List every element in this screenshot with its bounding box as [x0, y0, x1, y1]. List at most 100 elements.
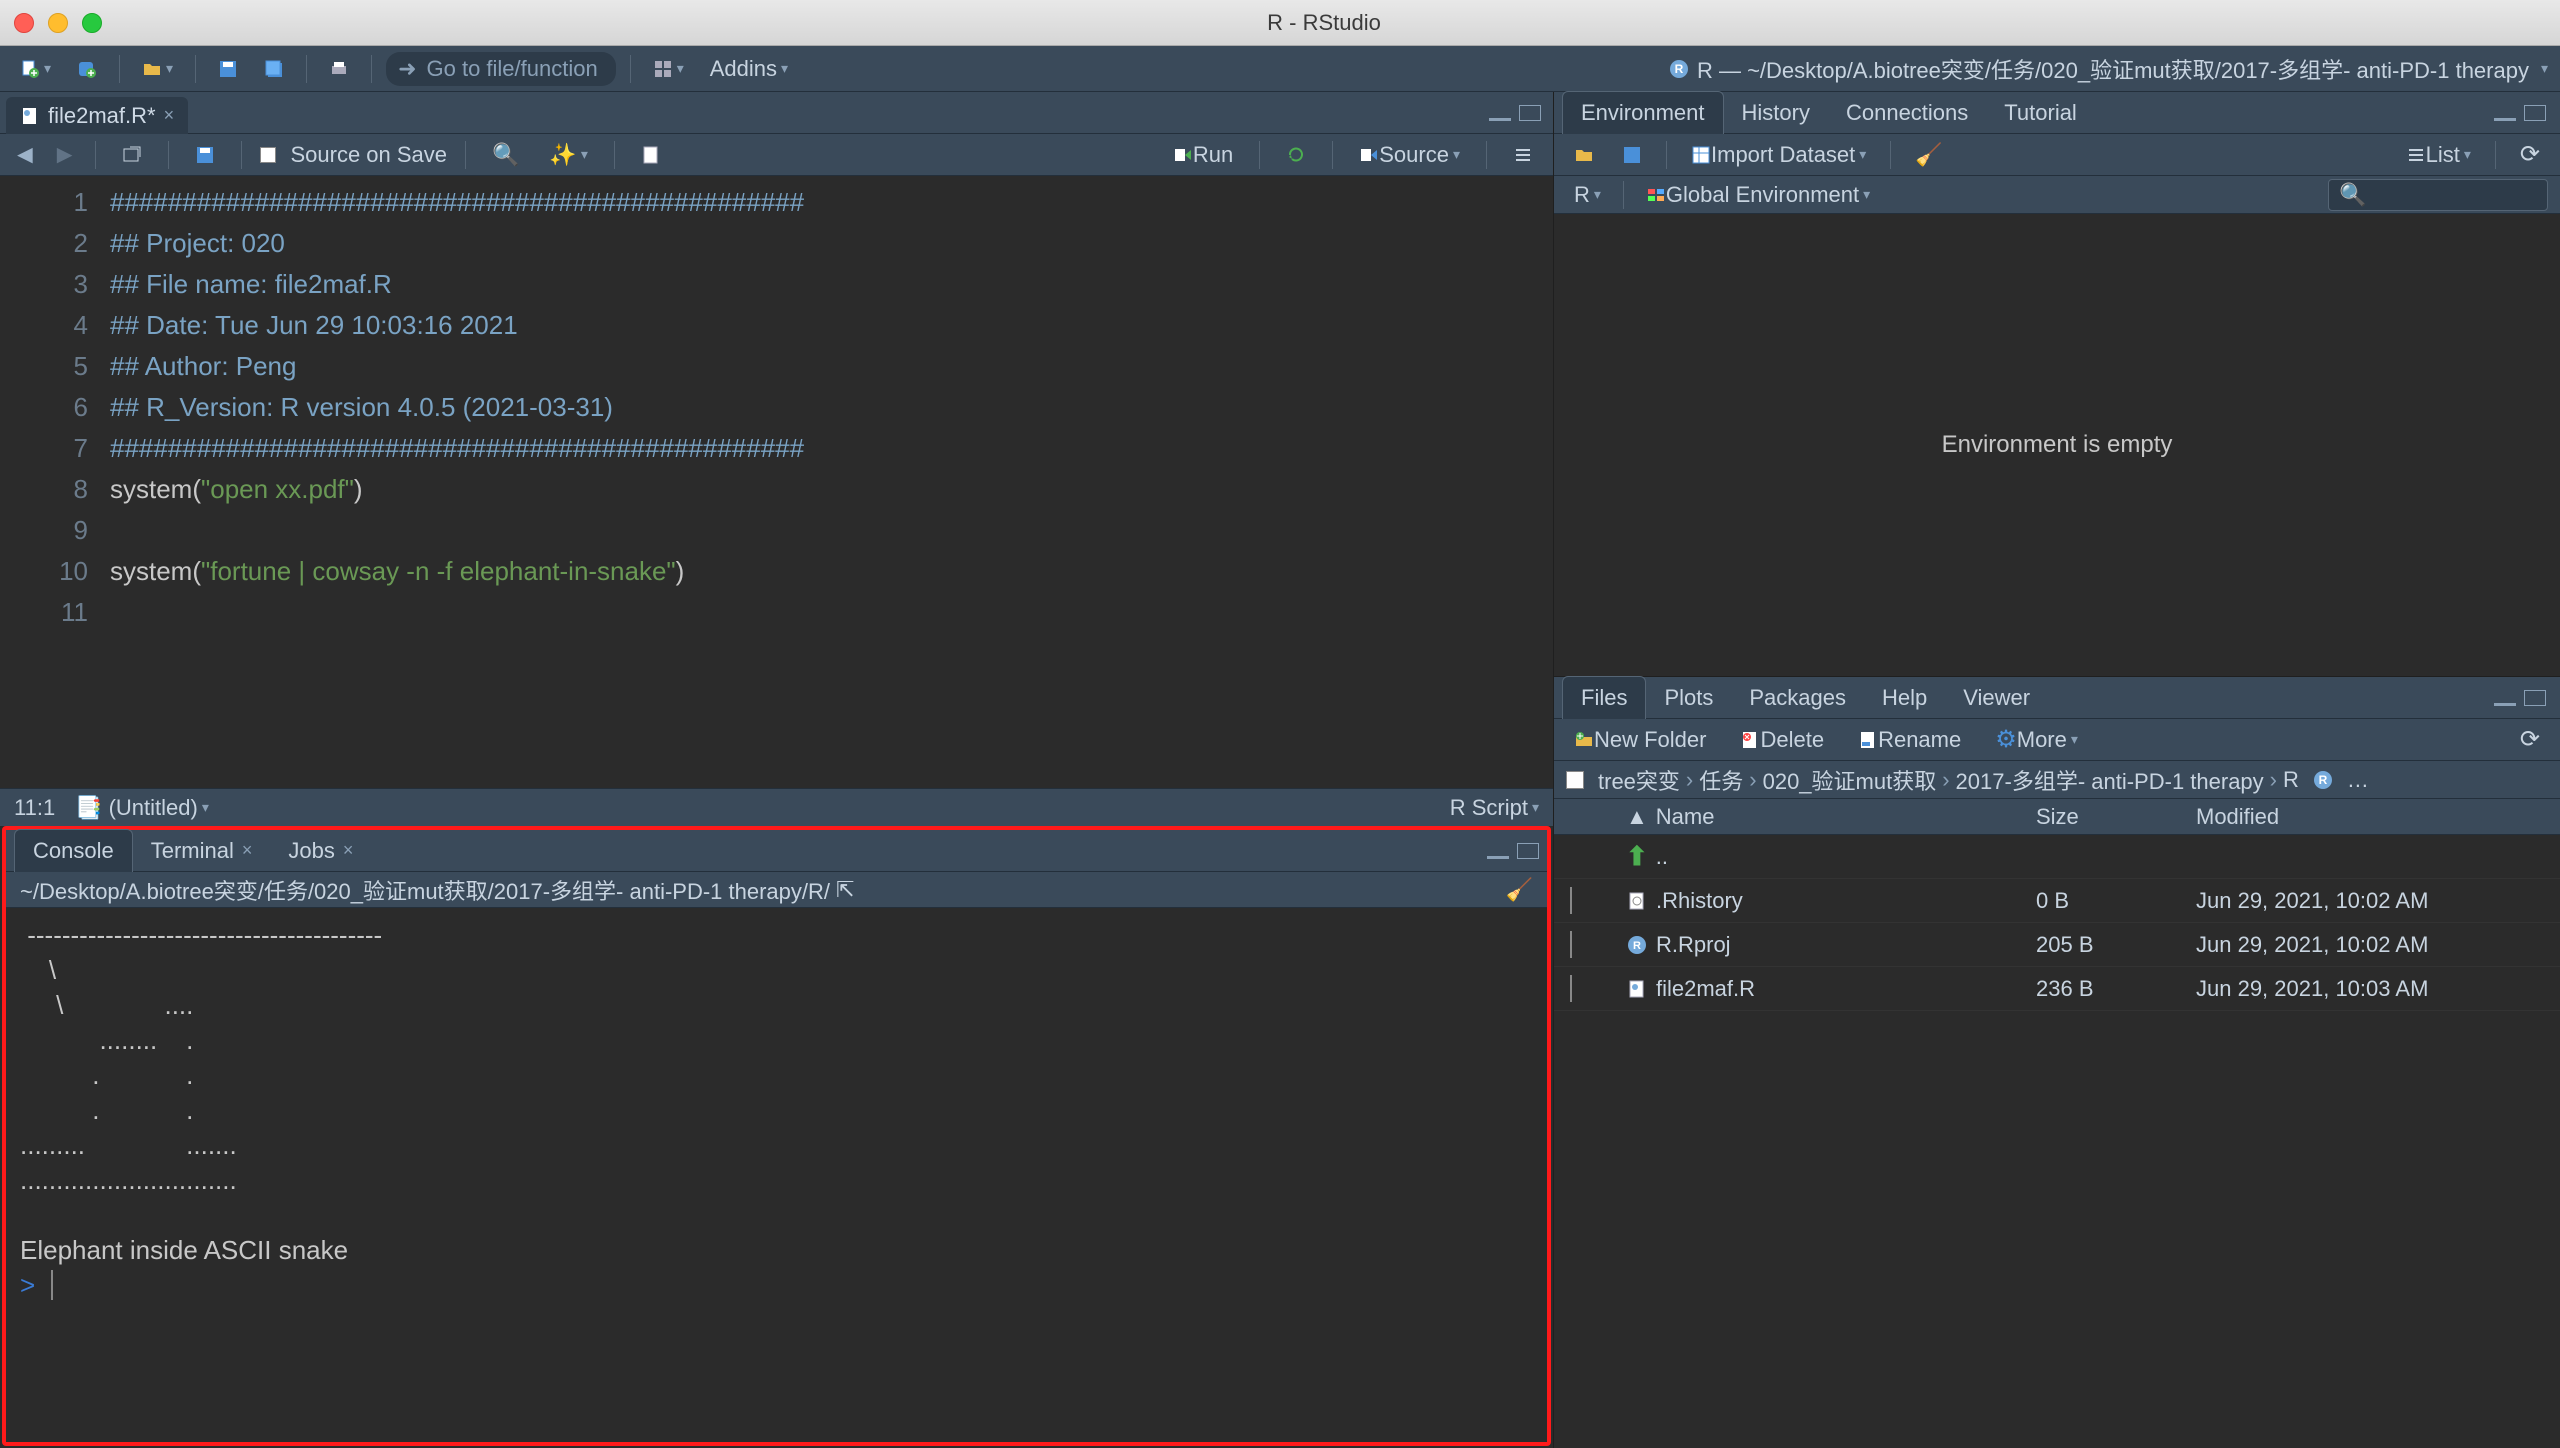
minimize-pane-button[interactable] — [2494, 105, 2516, 121]
compile-report-button[interactable] — [633, 142, 669, 168]
new-project-button[interactable] — [69, 56, 105, 82]
save-workspace-button[interactable] — [1614, 142, 1650, 168]
select-all-checkbox[interactable] — [1566, 771, 1584, 789]
file-row[interactable]: file2maf.R 236 B Jun 29, 2021, 10:03 AM — [1554, 967, 2560, 1011]
addins-menu[interactable]: Addins▾ — [702, 53, 796, 85]
global-env-selector[interactable]: Global Environment▾ — [1638, 179, 1878, 211]
close-tab-button[interactable]: × — [164, 105, 175, 126]
env-scope-selector[interactable]: R▾ — [1566, 179, 1609, 211]
file-checkbox[interactable] — [1570, 887, 1572, 914]
tab-viewer[interactable]: Viewer — [1945, 677, 2048, 719]
close-icon[interactable]: × — [242, 840, 253, 861]
code-tools-button[interactable]: ✨▾ — [541, 139, 595, 171]
tab-help[interactable]: Help — [1864, 677, 1945, 719]
sort-by-size[interactable]: Size — [2020, 804, 2180, 830]
outline-icon[interactable]: 📑 — [75, 795, 102, 821]
delete-button[interactable]: Delete — [1732, 724, 1832, 756]
refresh-files-button[interactable]: ⟳ — [2512, 722, 2548, 757]
tab-plots[interactable]: Plots — [1646, 677, 1731, 719]
file-type-selector[interactable]: R Script — [1450, 795, 1528, 821]
minimize-pane-button[interactable] — [1487, 843, 1509, 859]
more-path-button[interactable]: … — [2347, 767, 2369, 793]
breadcrumb-item[interactable]: 2017-多组学- anti-PD-1 therapy — [1956, 764, 2264, 796]
save-all-button[interactable] — [256, 56, 292, 82]
run-button[interactable]: Run — [1165, 139, 1241, 171]
separator — [195, 55, 196, 83]
minimize-window-button[interactable] — [48, 13, 68, 33]
goto-file-input[interactable]: ➜ Go to file/function — [386, 52, 616, 86]
open-file-button[interactable]: ▾ — [134, 56, 181, 82]
show-in-new-window-button[interactable] — [114, 142, 150, 168]
find-button[interactable]: 🔍 — [484, 139, 527, 171]
maximize-pane-button[interactable] — [2524, 105, 2546, 121]
file-row[interactable]: .Rhistory 0 B Jun 29, 2021, 10:02 AM — [1554, 879, 2560, 923]
source-button[interactable]: Source▾ — [1351, 139, 1468, 171]
console-prompt: > — [20, 1270, 35, 1300]
save-button[interactable] — [210, 56, 246, 82]
files-tab-bar: Files Plots Packages Help Viewer — [1554, 677, 2560, 719]
clear-env-button[interactable]: 🧹 — [1907, 139, 1950, 171]
editor-content[interactable]: ########################################… — [110, 176, 1553, 788]
refresh-env-button[interactable]: ⟳ — [2512, 137, 2548, 172]
minimize-pane-button[interactable] — [2494, 690, 2516, 706]
tab-console[interactable]: Console — [14, 829, 133, 872]
env-search-input[interactable]: 🔍 — [2328, 179, 2548, 211]
close-window-button[interactable] — [14, 13, 34, 33]
parent-dir-row[interactable]: ⬆.. — [1554, 835, 2560, 879]
tab-history[interactable]: History — [1724, 92, 1828, 134]
tab-packages[interactable]: Packages — [1731, 677, 1864, 719]
tab-connections[interactable]: Connections — [1828, 92, 1986, 134]
breadcrumb-item[interactable]: 020_验证mut获取 — [1763, 764, 1937, 796]
new-folder-button[interactable]: New Folder — [1566, 724, 1714, 756]
maximize-pane-button[interactable] — [1517, 843, 1539, 859]
tab-terminal[interactable]: Terminal× — [133, 830, 271, 872]
project-selector[interactable]: R R — ~/Desktop/A.biotree突变/任务/020_验证mut… — [1669, 53, 2548, 85]
save-file-button[interactable] — [187, 142, 223, 168]
zoom-window-button[interactable] — [82, 13, 102, 33]
tab-environment[interactable]: Environment — [1562, 91, 1724, 134]
sort-by-modified[interactable]: Modified — [2180, 804, 2560, 830]
outline-button[interactable] — [1505, 142, 1541, 168]
popout-icon[interactable]: ⇱ — [836, 877, 854, 903]
view-mode-button[interactable]: List▾ — [2398, 139, 2479, 171]
rename-button[interactable]: Rename — [1850, 724, 1969, 756]
rerun-button[interactable] — [1278, 142, 1314, 168]
breadcrumb-item[interactable]: 任务 — [1699, 764, 1743, 796]
nav-forward-button[interactable]: ► — [52, 139, 78, 170]
grid-button[interactable]: ▾ — [645, 56, 692, 82]
code-editor[interactable]: 1234567891011 ##########################… — [0, 176, 1553, 788]
env-toolbar: Import Dataset▾ 🧹 List▾ ⟳ — [1554, 134, 2560, 176]
clear-console-button[interactable]: 🧹 — [1506, 877, 1533, 903]
minimize-pane-button[interactable] — [1489, 105, 1511, 121]
console-output[interactable]: ----------------------------------------… — [6, 908, 1547, 1442]
maximize-pane-button[interactable] — [2524, 690, 2546, 706]
file-checkbox[interactable] — [1570, 975, 1572, 1002]
file-checkbox[interactable] — [1570, 931, 1572, 958]
svg-text:R: R — [2319, 773, 2328, 787]
file-tab[interactable]: file2maf.R* × — [6, 97, 188, 135]
more-button[interactable]: ⚙More▾ — [1987, 722, 2086, 757]
load-workspace-button[interactable] — [1566, 142, 1602, 168]
env-empty-message: Environment is empty — [1554, 214, 2560, 676]
tab-jobs[interactable]: Jobs× — [270, 830, 371, 872]
print-button[interactable] — [321, 56, 357, 82]
console-path-bar: ~/Desktop/A.biotree突变/任务/020_验证mut获取/201… — [6, 872, 1547, 908]
breadcrumb-item[interactable]: R — [2283, 767, 2299, 793]
close-icon[interactable]: × — [343, 840, 354, 861]
separator — [306, 55, 307, 83]
tab-tutorial[interactable]: Tutorial — [1986, 92, 2095, 134]
status-file-label[interactable]: (Untitled) — [109, 795, 198, 821]
source-on-save-checkbox[interactable] — [260, 147, 276, 163]
env-scope-bar: R▾ Global Environment▾ 🔍 — [1554, 176, 2560, 214]
new-file-button[interactable]: ▾ — [12, 56, 59, 82]
breadcrumb-item[interactable]: tree突变 — [1598, 764, 1680, 796]
sort-by-name[interactable]: ▲Name — [1610, 804, 2020, 830]
console-working-dir[interactable]: ~/Desktop/A.biotree突变/任务/020_验证mut获取/201… — [20, 874, 830, 906]
files-column-header: ▲Name Size Modified — [1554, 799, 2560, 835]
tab-files[interactable]: Files — [1562, 676, 1646, 719]
maximize-pane-button[interactable] — [1519, 105, 1541, 121]
rproject-icon: R — [1669, 59, 1689, 79]
file-row[interactable]: RR.Rproj 205 B Jun 29, 2021, 10:02 AM — [1554, 923, 2560, 967]
nav-back-button[interactable]: ◄ — [12, 139, 38, 170]
import-dataset-button[interactable]: Import Dataset▾ — [1683, 139, 1874, 171]
